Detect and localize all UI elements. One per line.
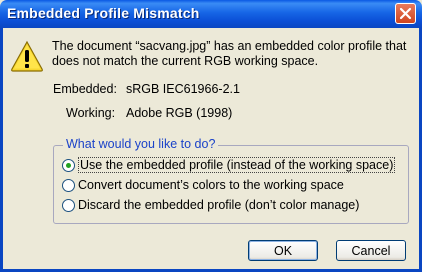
window-frame-left: [0, 28, 3, 272]
radio-convert-colors[interactable]: [62, 178, 75, 192]
embedded-label: Embedded:: [53, 82, 117, 96]
close-button[interactable]: [395, 3, 416, 24]
close-icon: [399, 7, 412, 20]
option-convert-colors-label: Convert document’s colors to the working…: [78, 178, 344, 192]
option-discard-profile-label: Discard the embedded profile (don’t colo…: [78, 198, 360, 212]
working-label: Working:: [66, 106, 116, 120]
option-use-embedded-label: Use the embedded profile (instead of the…: [78, 157, 396, 173]
warning-icon: [11, 40, 43, 72]
action-group-legend: What would you like to do?: [63, 137, 219, 151]
option-discard-profile[interactable]: Discard the embedded profile (don’t colo…: [62, 198, 359, 212]
embedded-profile-value: sRGB IEC61966-2.1: [126, 82, 240, 96]
radio-discard-profile[interactable]: [62, 198, 75, 212]
ok-button[interactable]: OK: [248, 240, 318, 261]
title-bar: Embedded Profile Mismatch: [0, 0, 422, 28]
option-convert-colors[interactable]: Convert document’s colors to the working…: [62, 178, 344, 192]
mismatch-message: The document “sacvang.jpg” has an embedd…: [52, 39, 407, 68]
cancel-button[interactable]: Cancel: [336, 240, 406, 261]
option-use-embedded[interactable]: Use the embedded profile (instead of the…: [62, 157, 396, 173]
radio-use-embedded[interactable]: [62, 158, 75, 172]
working-space-value: Adobe RGB (1998): [126, 106, 233, 120]
window-title: Embedded Profile Mismatch: [7, 5, 200, 21]
